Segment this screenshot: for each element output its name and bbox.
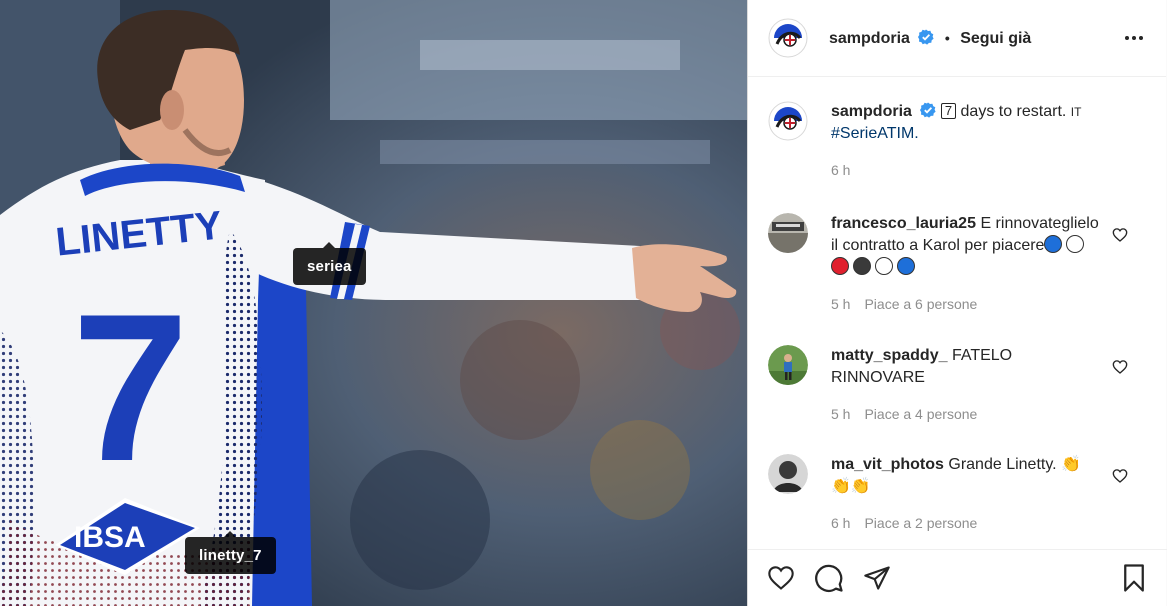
like-button[interactable] — [764, 561, 798, 595]
caption-avatar[interactable] — [768, 101, 808, 141]
comment-text: Grande Linetty. — [948, 456, 1057, 473]
caption-time[interactable]: 6 h — [831, 162, 850, 178]
photo-tag-seriea[interactable]: seriea — [293, 242, 366, 285]
heart-icon[interactable] — [1112, 227, 1128, 243]
avatar-photo-icon — [768, 345, 808, 385]
comment-username[interactable]: matty_spaddy_ — [831, 347, 948, 364]
comment-username[interactable]: francesco_lauria25 — [831, 215, 976, 232]
avatar-photo-icon — [768, 454, 808, 494]
comment-meta: 5 h Piace a 4 persone — [831, 403, 1101, 425]
heart-icon[interactable] — [1112, 359, 1128, 375]
avatar-photo-icon — [768, 213, 808, 253]
post-dialog: LINETTY 7 IBSA seriea linetty_7 sampdori… — [0, 0, 1167, 606]
post-side-panel: sampdoria • Segui già sampdoria 7 days t… — [747, 0, 1167, 606]
keycap-seven: 7 — [940, 103, 957, 119]
sampdoria-logo-icon — [768, 101, 808, 141]
italy-flag: IT — [1070, 105, 1082, 119]
comments-list[interactable]: sampdoria 7 days to restart. IT #SerieAT… — [748, 77, 1167, 549]
commenter-avatar[interactable] — [768, 454, 808, 494]
comment-time[interactable]: 5 h — [831, 406, 850, 422]
comment-body: francesco_lauria25 E rinnovateglielo il … — [831, 213, 1101, 315]
verified-badge-icon — [920, 102, 936, 118]
comment-button[interactable] — [812, 561, 846, 595]
photo-tag-linetty[interactable]: linetty_7 — [185, 531, 276, 574]
caption-meta: 6 h — [831, 159, 1131, 181]
jersey-sponsor: IBSA — [74, 521, 146, 554]
more-options-icon[interactable] — [1122, 26, 1146, 50]
comment-username[interactable]: ma_vit_photos — [831, 456, 944, 473]
comment-icon — [815, 564, 843, 592]
comment-likes[interactable]: Piace a 4 persone — [864, 406, 977, 422]
heart-icon[interactable] — [1112, 468, 1128, 484]
post-photo[interactable]: LINETTY 7 IBSA seriea linetty_7 — [0, 0, 747, 606]
sampdoria-logo-icon — [768, 18, 808, 58]
header-username[interactable]: sampdoria — [829, 30, 910, 47]
caption-body: sampdoria 7 days to restart. IT #SerieAT… — [831, 101, 1131, 181]
caption-text: days to restart. — [960, 103, 1067, 120]
clapping-hands-icon: 👏 — [1061, 456, 1081, 473]
header-separator: • — [944, 29, 950, 46]
post-actions-bar — [748, 549, 1167, 606]
header-username-block: sampdoria • Segui già — [829, 29, 1031, 48]
jersey-number: 7 — [72, 270, 189, 505]
comment-time[interactable]: 5 h — [831, 296, 850, 312]
clapping-hands-icon: 👏👏 — [831, 478, 871, 495]
comment-likes[interactable]: Piace a 6 persone — [864, 296, 977, 312]
commenter-avatar[interactable] — [768, 213, 808, 253]
share-button[interactable] — [860, 561, 894, 595]
comment-meta: 5 h Piace a 6 persone — [831, 293, 1101, 315]
caption-username[interactable]: sampdoria — [831, 103, 912, 120]
heart-icon — [768, 566, 794, 590]
hashtag-serieatim[interactable]: #SerieATIM. — [831, 125, 919, 142]
sampdoria-avatar[interactable] — [768, 18, 808, 58]
paper-plane-icon — [864, 566, 890, 590]
verified-badge-icon — [918, 29, 934, 45]
bookmark-icon — [1124, 564, 1144, 592]
save-button[interactable] — [1117, 561, 1151, 595]
comment-body: ma_vit_photos Grande Linetty. 👏 👏👏 6 h Pi… — [831, 454, 1101, 534]
comment-body: matty_spaddy_ FATELO RINNOVARE 5 h Piace … — [831, 345, 1101, 425]
player-photo-illustration: LINETTY 7 IBSA — [0, 0, 747, 606]
post-header: sampdoria • Segui già — [748, 0, 1166, 77]
comment-meta: 6 h Piace a 2 persone — [831, 512, 1101, 534]
comment-likes[interactable]: Piace a 2 persone — [864, 515, 977, 531]
following-button[interactable]: Segui già — [960, 30, 1031, 47]
comment-time[interactable]: 6 h — [831, 515, 850, 531]
commenter-avatar[interactable] — [768, 345, 808, 385]
